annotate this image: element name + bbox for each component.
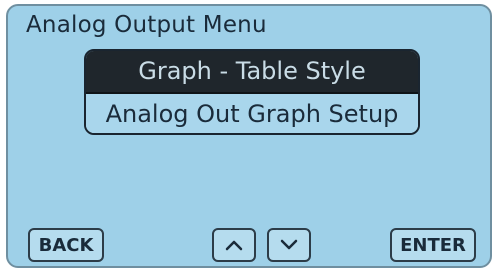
back-button[interactable]: BACK <box>28 228 104 262</box>
lcd-screen: Analog Output Menu Graph - Table Style A… <box>6 4 492 268</box>
chevron-down-icon <box>280 239 298 251</box>
enter-button[interactable]: ENTER <box>390 228 476 262</box>
page-title: Analog Output Menu <box>26 12 267 38</box>
menu-item-graph-table-style[interactable]: Graph - Table Style <box>86 51 418 94</box>
up-button[interactable] <box>212 228 256 262</box>
chevron-up-icon <box>225 239 243 251</box>
menu-item-analog-out-graph-setup[interactable]: Analog Out Graph Setup <box>86 94 418 133</box>
menu-list: Graph - Table Style Analog Out Graph Set… <box>84 49 420 135</box>
down-button[interactable] <box>267 228 311 262</box>
